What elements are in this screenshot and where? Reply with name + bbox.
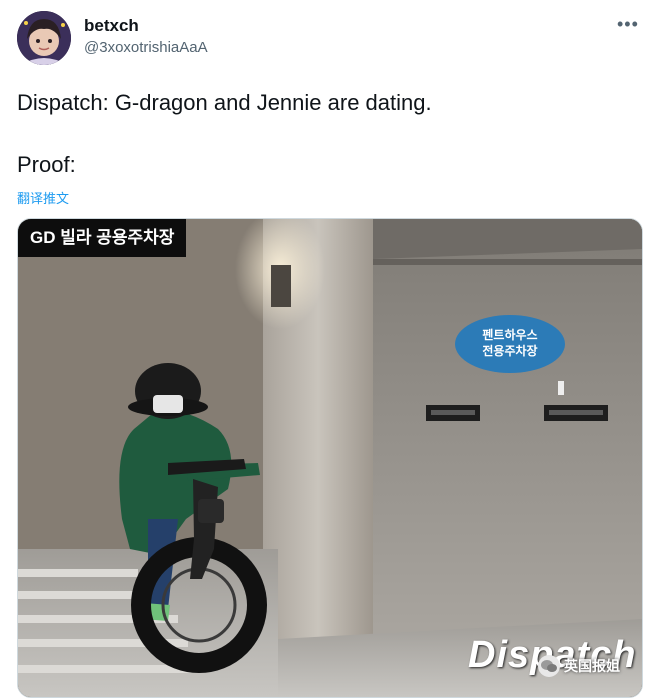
tweet-media-image[interactable]: GD 빌라 공용주차장 펜트하우스 전용주차장 Dispatch <box>17 218 643 698</box>
tweet-text: Dispatch: G-dragon and Jennie are dating… <box>17 88 432 177</box>
wechat-logo-icon <box>538 655 560 677</box>
sign-line-2: 전용주차장 <box>482 344 538 358</box>
tweet-text-line-2: Proof: <box>17 152 76 177</box>
more-options-icon[interactable]: ••• <box>617 14 639 35</box>
source-watermark: 英国报姐 <box>534 652 626 680</box>
sign-line-1: 펜트하우스 <box>482 328 538 342</box>
translate-tweet-link[interactable]: 翻译推文 <box>17 188 69 207</box>
image-caption-label: GD 빌라 공용주차장 <box>18 219 187 257</box>
display-name[interactable]: betxch <box>84 16 139 36</box>
source-watermark-text: 英国报姐 <box>564 658 620 674</box>
tweet-text-line-1: Dispatch: G-dragon and Jennie are dating… <box>17 90 432 115</box>
parking-sign: 펜트하우스 전용주차장 <box>455 315 565 373</box>
tweet-card: betxch @3xoxotrishiaAaA ••• Dispatch: G-… <box>0 0 653 699</box>
parking-garage-photo <box>18 219 642 697</box>
avatar[interactable] <box>17 11 71 65</box>
avatar-image <box>17 11 71 65</box>
user-handle[interactable]: @3xoxotrishiaAaA <box>84 39 208 56</box>
